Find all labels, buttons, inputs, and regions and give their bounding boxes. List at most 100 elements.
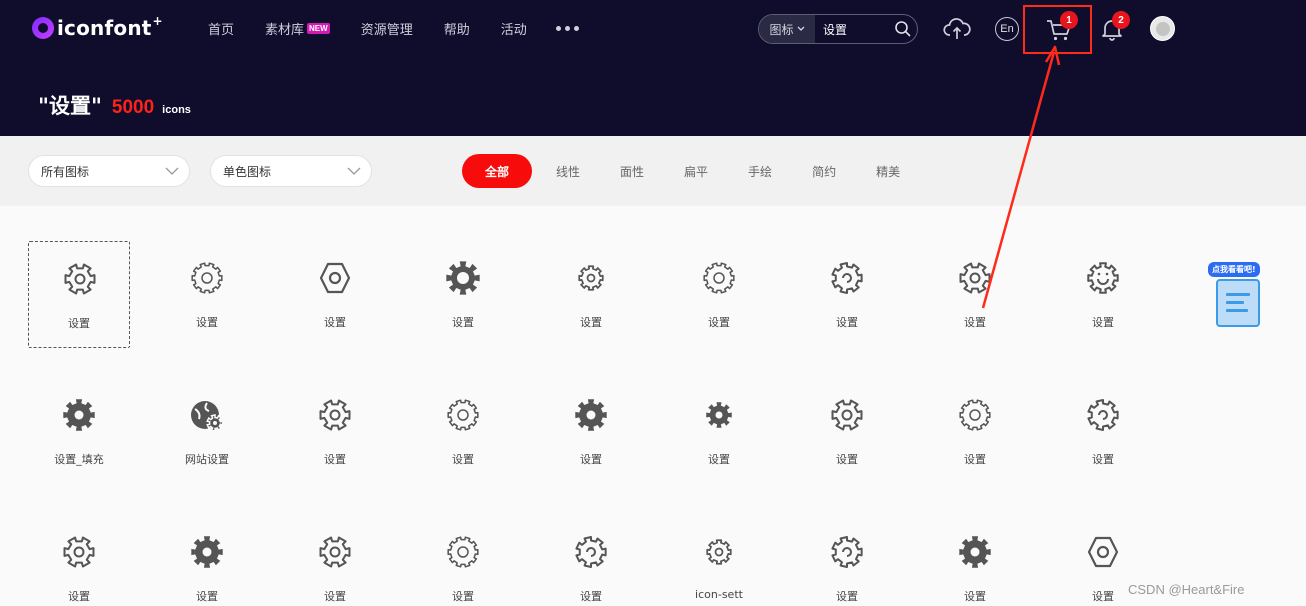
icon-label: 网站设置 bbox=[185, 453, 229, 466]
gear-icon bbox=[578, 265, 604, 291]
gear-icon bbox=[191, 536, 223, 568]
icon-card[interactable]: 设置 bbox=[540, 378, 642, 485]
gear-icon bbox=[831, 262, 863, 294]
category-select[interactable]: 所有图标 bbox=[28, 155, 190, 187]
icon-card[interactable]: 设置 bbox=[924, 241, 1026, 348]
icon-card[interactable]: 设置 bbox=[668, 241, 770, 348]
icon-card[interactable]: 设置 bbox=[924, 378, 1026, 485]
tab-flat[interactable]: 扁平 bbox=[684, 163, 708, 180]
icon-card[interactable]: 设置 bbox=[412, 241, 514, 348]
tab-fine[interactable]: 精美 bbox=[876, 163, 900, 180]
icon-label: 设置 bbox=[324, 316, 346, 329]
icon-card[interactable]: 设置 bbox=[284, 515, 386, 606]
tab-linear[interactable]: 线性 bbox=[556, 163, 580, 180]
gear-icon bbox=[706, 402, 732, 428]
search-keyword: "设置" bbox=[38, 94, 102, 118]
gear-icon bbox=[575, 536, 607, 568]
icon-card[interactable]: 设置 bbox=[412, 378, 514, 485]
icon-card[interactable]: 设置 bbox=[284, 241, 386, 348]
gear-icon bbox=[191, 401, 224, 432]
language-toggle[interactable]: En bbox=[995, 17, 1019, 41]
search-type-dropdown[interactable]: 图标 bbox=[759, 15, 815, 43]
user-avatar[interactable] bbox=[1150, 16, 1175, 41]
icon-label: 设置 bbox=[452, 316, 474, 329]
gear-icon bbox=[319, 399, 351, 431]
icon-card[interactable]: 设置 bbox=[796, 241, 898, 348]
gear-icon bbox=[1087, 262, 1119, 294]
nav-item-library[interactable]: 素材库 NEW bbox=[265, 19, 330, 38]
icon-card[interactable]: 设置 bbox=[156, 241, 258, 348]
icon-card[interactable]: 设置 bbox=[1052, 241, 1154, 348]
nav-item-events[interactable]: 活动 bbox=[501, 19, 527, 38]
tab-all[interactable]: 全部 bbox=[462, 154, 532, 188]
icon-card[interactable]: 设置 bbox=[28, 515, 130, 606]
gear-icon bbox=[447, 399, 479, 431]
result-count: 5000 bbox=[111, 97, 155, 118]
gear-icon bbox=[191, 262, 223, 294]
icon-label: 设置 bbox=[196, 316, 218, 329]
chevron-down-icon bbox=[347, 167, 361, 175]
tab-filled[interactable]: 面性 bbox=[620, 163, 644, 180]
logo-mark-icon bbox=[32, 17, 54, 39]
icon-label: 设置 bbox=[836, 316, 858, 329]
icon-card[interactable]: 设置 bbox=[924, 515, 1026, 606]
more-menu-icon[interactable] bbox=[555, 26, 579, 31]
search-box: 图标 bbox=[758, 14, 918, 44]
icon-card[interactable]: 设置 bbox=[1052, 378, 1154, 485]
gear-icon bbox=[706, 539, 732, 565]
search-button[interactable] bbox=[889, 20, 917, 38]
gear-icon bbox=[831, 399, 863, 431]
icon-label: 设置 bbox=[196, 590, 218, 603]
icon-card[interactable]: 设置 bbox=[540, 241, 642, 348]
icon-card[interactable]: 设置 bbox=[668, 378, 770, 485]
icon-card[interactable]: 设置 bbox=[284, 378, 386, 485]
icon-card[interactable]: 设置 bbox=[28, 241, 130, 348]
chevron-down-icon bbox=[797, 26, 804, 31]
promo-bubble: 点我看看吧! bbox=[1208, 262, 1260, 277]
nav-item-label: 素材库 bbox=[265, 23, 305, 38]
nav-item-home[interactable]: 首页 bbox=[208, 19, 234, 38]
icon-label: 设置 bbox=[708, 316, 730, 329]
nav-item-help[interactable]: 帮助 bbox=[444, 19, 470, 38]
iconfont-logo[interactable]: iconfont + bbox=[32, 14, 163, 41]
nav-item-label: 首页 bbox=[208, 23, 235, 38]
search-input[interactable] bbox=[815, 22, 889, 36]
icon-label: 设置 bbox=[836, 453, 858, 466]
gear-icon bbox=[959, 536, 991, 568]
icon-card[interactable]: 设置 bbox=[412, 515, 514, 606]
icon-label: 设置 bbox=[68, 590, 90, 603]
gear-icon bbox=[319, 536, 351, 568]
icon-label: 设置 bbox=[452, 590, 474, 603]
icon-card[interactable]: icon-sett bbox=[668, 515, 770, 606]
gear-icon bbox=[831, 536, 863, 568]
icon-label: 设置 bbox=[452, 453, 474, 466]
icon-card[interactable]: 设置 bbox=[796, 378, 898, 485]
gear-icon bbox=[703, 262, 735, 294]
icon-card[interactable]: 设置_填充 bbox=[28, 378, 130, 485]
search-icon bbox=[895, 21, 911, 37]
color-select[interactable]: 单色图标 bbox=[210, 155, 372, 187]
search-type-label: 图标 bbox=[769, 22, 794, 37]
icon-label: 设置 bbox=[1092, 453, 1114, 466]
style-tabs: 全部 线性 面性 扁平 手绘 简约 精美 bbox=[462, 154, 940, 188]
tab-simple[interactable]: 简约 bbox=[812, 163, 836, 180]
gear-icon bbox=[959, 262, 991, 294]
main-nav: 首页 素材库 NEW 资源管理 帮助 活动 bbox=[208, 19, 579, 38]
icon-card[interactable]: 设置 bbox=[796, 515, 898, 606]
icon-label: 设置 bbox=[324, 453, 346, 466]
icon-card[interactable]: 网站设置 bbox=[156, 378, 258, 485]
gear-icon bbox=[1087, 399, 1119, 431]
icon-label: 设置_填充 bbox=[54, 453, 104, 466]
gear-icon bbox=[959, 399, 991, 431]
filter-bar: 所有图标 单色图标 全部 线性 面性 扁平 手绘 简约 精美 bbox=[0, 136, 1306, 206]
promo-widget[interactable]: 点我看看吧! bbox=[1206, 262, 1268, 330]
icon-card[interactable]: 设置 bbox=[156, 515, 258, 606]
icon-card[interactable]: 设置 bbox=[540, 515, 642, 606]
nav-item-resources[interactable]: 资源管理 bbox=[361, 19, 413, 38]
icon-label: 设置 bbox=[580, 453, 602, 466]
result-unit: icons bbox=[162, 104, 191, 116]
upload-button[interactable] bbox=[942, 16, 972, 42]
tab-handdrawn[interactable]: 手绘 bbox=[748, 163, 772, 180]
logo-text: iconfont bbox=[57, 16, 152, 40]
icon-label: 设置 bbox=[964, 453, 986, 466]
